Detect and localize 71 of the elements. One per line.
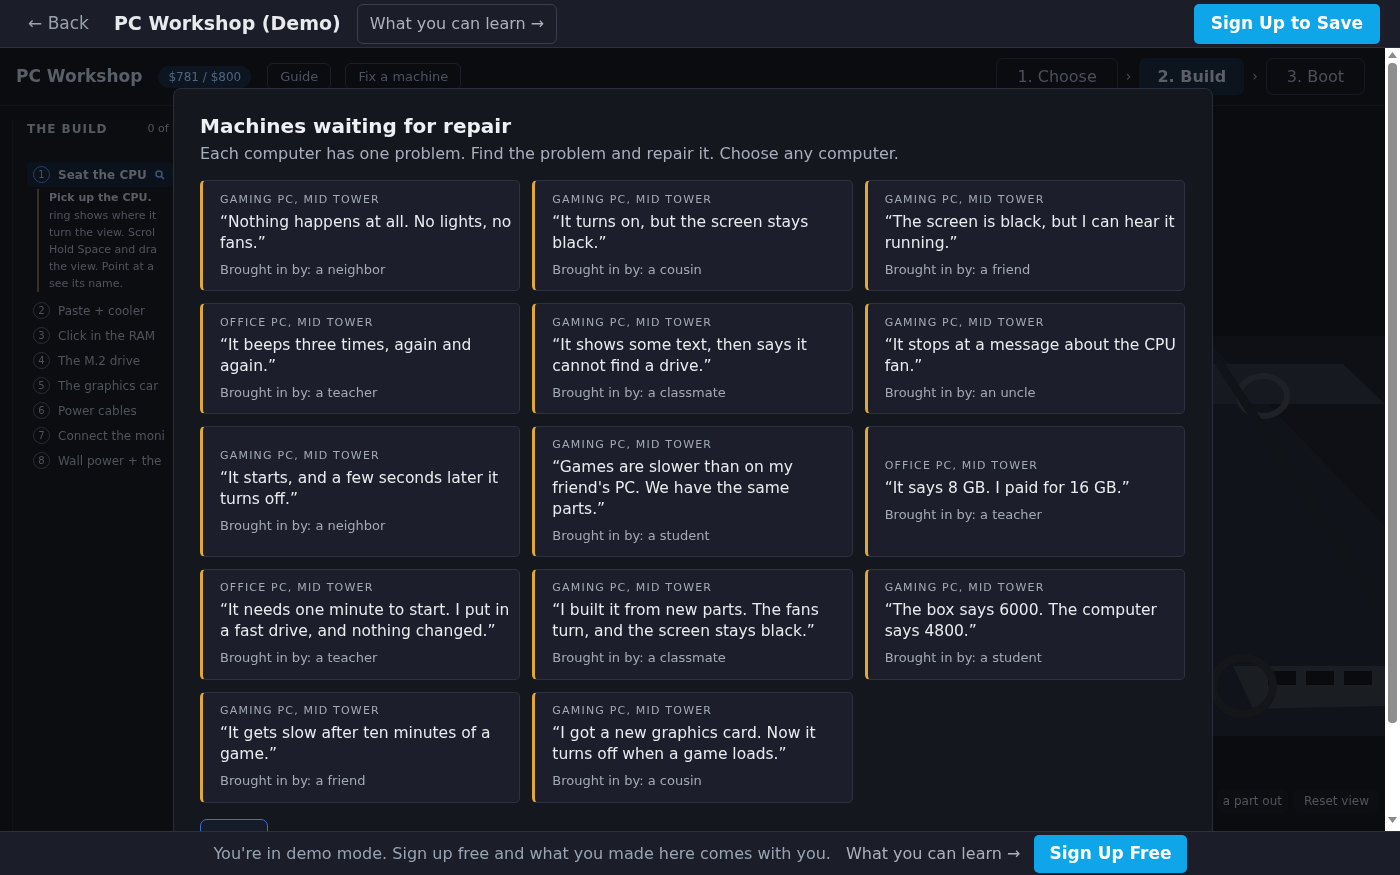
- machine-card[interactable]: GAMING PC, MID TOWER “It turns on, but the screen stays black.” Brought in by: a cousin: [532, 180, 853, 291]
- machine-card[interactable]: GAMING PC, MID TOWER “The screen is black, but I can hear it running.” Brought in by: a friend: [864, 180, 1185, 291]
- brought-by-text: Brought in by: a cousin: [552, 260, 703, 279]
- brought-by-text: Brought in by: a student: [552, 527, 711, 545]
- machine-category: GAMING PC, MID TOWER: [552, 314, 714, 331]
- complaint-text: “It needs one minute to start. I put in a fast drive, and nothing changed.”: [220, 600, 511, 643]
- machine-card[interactable]: OFFICE PC, MID TOWER “It says 8 GB. I paid for 16 GB.” Brought in by: a teacher: [864, 426, 1185, 557]
- machine-card[interactable]: GAMING PC, MID TOWER “It starts, and a few seconds later it turns off.” Brought in by: a neighbor: [200, 426, 521, 557]
- back-link[interactable]: ← Back: [28, 10, 89, 37]
- brought-by-text: Brought in by: a teacher: [884, 506, 1043, 524]
- machine-category: GAMING PC, MID TOWER: [884, 191, 1046, 208]
- machine-card[interactable]: GAMING PC, MID TOWER “It shows some text, then says it cannot find a drive.” Brought in by: a classmate: [532, 303, 853, 414]
- machine-category: GAMING PC, MID TOWER: [884, 580, 1046, 597]
- machine-category: GAMING PC, MID TOWER: [552, 580, 714, 597]
- machine-category: OFFICE PC, MID TOWER: [220, 314, 375, 331]
- chevron-icon: ›: [1125, 66, 1132, 87]
- brought-by-text: Brought in by: a teacher: [220, 383, 379, 402]
- complaint-text: “It says 8 GB. I paid for 16 GB.”: [884, 478, 1131, 499]
- machine-category: OFFICE PC, MID TOWER: [884, 458, 1040, 474]
- machine-category: GAMING PC, MID TOWER: [220, 703, 381, 720]
- complaint-text: “It starts, and a few seconds later it turns off.”: [220, 467, 500, 510]
- complaint-text: “Nothing happens at all. No lights, no fans.”: [220, 211, 512, 254]
- brought-by-text: Brought in by: a classmate: [552, 649, 727, 668]
- complaint-text: “I got a new graphics card. Now it turns off when a game loads.”: [552, 723, 817, 766]
- machine-category: GAMING PC, MID TOWER: [552, 437, 714, 453]
- machine-card[interactable]: GAMING PC, MID TOWER “It gets slow after ten minutes of a game.” Brought in by: a friend: [200, 691, 521, 803]
- brought-by-text: Brought in by: a classmate: [552, 383, 727, 402]
- complaint-text: “It gets slow after ten minutes of a game.”: [220, 723, 492, 766]
- brought-by-text: Brought in by: a neighbor: [220, 260, 387, 279]
- machine-category: GAMING PC, MID TOWER: [884, 314, 1046, 331]
- brought-by-text: Brought in by: a cousin: [552, 772, 703, 791]
- brought-by-text: Brought in by: an uncle: [884, 383, 1037, 402]
- app-title: PC Workshop (Demo): [113, 11, 341, 37]
- machine-card[interactable]: OFFICE PC, MID TOWER “It beeps three times, again and again.” Brought in by: a teacher: [200, 303, 521, 414]
- machine-category: GAMING PC, MID TOWER: [552, 703, 714, 720]
- complaint-text: “It turns on, but the screen stays black.”: [552, 211, 810, 254]
- machine-card[interactable]: GAMING PC, MID TOWER “It stops at a message about the CPU fan.” Brought in by: an uncle: [864, 303, 1185, 414]
- complaint-text: “Games are slower than on my friend's PC. We have the same parts.”: [552, 457, 794, 520]
- complaint-text: “I built it from new parts. The fans turn, and the screen stays black.”: [552, 600, 820, 643]
- machine-card[interactable]: GAMING PC, MID TOWER “I got a new graphics card. Now it turns off when a game loads.” Brought in by: a cousin: [532, 691, 853, 803]
- dialog-subtitle: Each computer has one problem. Find the problem and repair it. Choose any computer.: [200, 143, 900, 165]
- progress-count: 0 of: [147, 120, 169, 137]
- complaint-text: “The box says 6000. The computer says 4800.”: [884, 600, 1158, 643]
- complaint-text: “It stops at a message about the CPU fan.”: [884, 334, 1176, 377]
- budget-badge: $781 / $800: [158, 65, 252, 88]
- complaint-text: “The screen is black, but I can hear it running.”: [884, 211, 1176, 254]
- machine-card[interactable]: OFFICE PC, MID TOWER “It needs one minute to start. I put in a fast drive, and nothing changed.” Brought in by: a teacher: [200, 568, 521, 680]
- learn-link[interactable]: What you can learn →: [845, 841, 1021, 866]
- brought-by-text: Brought in by: a neighbor: [220, 516, 387, 535]
- brought-by-text: Brought in by: a student: [884, 649, 1043, 668]
- machine-card[interactable]: GAMING PC, MID TOWER “Games are slower than on my friend's PC. We have the same parts.” Brought in by: a student: [532, 426, 853, 557]
- dialog-title: Machines waiting for repair: [200, 113, 512, 139]
- brought-by-text: Brought in by: a friend: [220, 772, 367, 791]
- machine-card[interactable]: GAMING PC, MID TOWER “I built it from new parts. The fans turn, and the screen stays black.” Brought in by: a classmate: [532, 568, 853, 680]
- scrollbar-drawing[interactable]: [1385, 48, 1400, 831]
- machine-category: OFFICE PC, MID TOWER: [220, 580, 375, 597]
- brought-by-text: Brought in by: a teacher: [220, 649, 379, 668]
- machine-card[interactable]: GAMING PC, MID TOWER “Nothing happens at all. No lights, no fans.” Brought in by: a neighbor: [200, 180, 521, 291]
- chevron-icon: ›: [1252, 66, 1258, 87]
- search-icon: [154, 169, 165, 180]
- machine-category: GAMING PC, MID TOWER: [552, 191, 714, 208]
- machine-category: GAMING PC, MID TOWER: [220, 447, 381, 464]
- complaint-text: “It beeps three times, again and again.”: [220, 334, 473, 377]
- machine-category: GAMING PC, MID TOWER: [220, 191, 381, 208]
- machine-card[interactable]: GAMING PC, MID TOWER “The box says 6000. The computer says 4800.” Brought in by: a student: [864, 568, 1185, 680]
- sidebar-heading: THE BUILD: [27, 121, 108, 138]
- complaint-text: “It shows some text, then says it cannot find a drive.”: [552, 334, 808, 377]
- demo-message: You're in demo mode. Sign up free and what you made here comes with you.: [213, 842, 831, 865]
- brand-title: PC Workshop: [16, 64, 143, 88]
- brought-by-text: Brought in by: a friend: [884, 260, 1032, 279]
- learn-link[interactable]: What you can learn →: [356, 3, 558, 44]
